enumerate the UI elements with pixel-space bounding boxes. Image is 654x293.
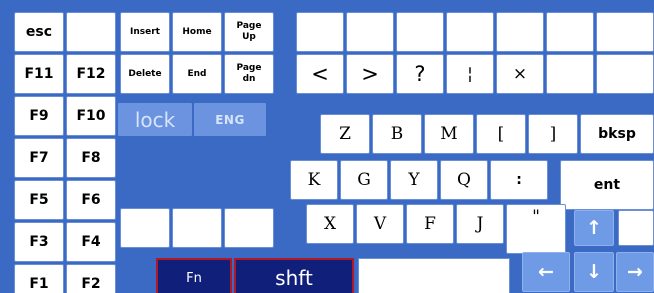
page-up-key[interactable]: Page Up: [224, 12, 274, 52]
lock-toggle[interactable]: lock: [118, 103, 192, 136]
g-key[interactable]: G: [340, 160, 388, 200]
f7-key[interactable]: F7: [14, 138, 64, 178]
arrow-right-icon[interactable]: →: [616, 252, 654, 292]
v-key[interactable]: V: [356, 204, 404, 244]
q-key[interactable]: Q: [440, 160, 488, 200]
f10-key[interactable]: F10: [66, 96, 116, 136]
esc-key[interactable]: esc: [14, 12, 64, 52]
end-key[interactable]: End: [172, 54, 222, 94]
x-key[interactable]: X: [306, 204, 354, 244]
language-toggle[interactable]: ENG: [194, 103, 266, 136]
space-key[interactable]: [358, 258, 510, 293]
blank-key[interactable]: [546, 54, 594, 94]
blank-key[interactable]: [596, 54, 654, 94]
blank-key[interactable]: [296, 12, 344, 52]
z-key[interactable]: Z: [320, 114, 370, 154]
page-dn-key[interactable]: Page dn: [224, 54, 274, 94]
f6-key[interactable]: F6: [66, 180, 116, 220]
enter-key[interactable]: ent: [560, 160, 654, 210]
multiply-key[interactable]: ×: [496, 54, 544, 94]
f3-key[interactable]: F3: [14, 222, 64, 262]
blank-key[interactable]: [618, 210, 654, 246]
insert-key[interactable]: Insert: [120, 12, 170, 52]
delete-key[interactable]: Delete: [120, 54, 170, 94]
j-key[interactable]: J: [456, 204, 504, 244]
blank-key[interactable]: [596, 12, 654, 52]
f2-key[interactable]: F2: [66, 264, 116, 293]
k-key[interactable]: K: [290, 160, 338, 200]
arrow-up-icon[interactable]: ↑: [574, 210, 614, 246]
y-key[interactable]: Y: [390, 160, 438, 200]
f12-key[interactable]: F12: [66, 54, 116, 94]
quote-key[interactable]: ": [506, 204, 566, 254]
blank-key[interactable]: [446, 12, 494, 52]
blank-key[interactable]: [66, 12, 116, 52]
broken-bar-key[interactable]: ¦: [446, 54, 494, 94]
f5-key[interactable]: F5: [14, 180, 64, 220]
blank-key[interactable]: [496, 12, 544, 52]
on-screen-keyboard: esc F11 F12 F9 F10 F7 F8 F5 F6 F3 F4 F1 …: [0, 0, 654, 293]
blank-key[interactable]: [224, 208, 274, 248]
close-bracket-key[interactable]: ]: [528, 114, 578, 154]
arrow-left-icon[interactable]: ←: [522, 252, 570, 292]
home-key[interactable]: Home: [172, 12, 222, 52]
f-key[interactable]: F: [406, 204, 454, 244]
f9-key[interactable]: F9: [14, 96, 64, 136]
greater-than-key[interactable]: >: [346, 54, 394, 94]
less-than-key[interactable]: <: [296, 54, 344, 94]
fn-key[interactable]: Fn: [156, 258, 232, 293]
f4-key[interactable]: F4: [66, 222, 116, 262]
colon-key[interactable]: :: [490, 160, 548, 200]
b-key[interactable]: B: [372, 114, 422, 154]
blank-key[interactable]: [172, 208, 222, 248]
blank-key[interactable]: [546, 12, 594, 52]
blank-key[interactable]: [120, 208, 170, 248]
f11-key[interactable]: F11: [14, 54, 64, 94]
arrow-down-icon[interactable]: ↓: [574, 252, 614, 292]
f1-key[interactable]: F1: [14, 264, 64, 293]
shift-key[interactable]: shft: [234, 258, 354, 293]
m-key[interactable]: M: [424, 114, 474, 154]
blank-key[interactable]: [396, 12, 444, 52]
question-mark-key[interactable]: ?: [396, 54, 444, 94]
backspace-key[interactable]: bksp: [580, 114, 654, 154]
open-bracket-key[interactable]: [: [476, 114, 526, 154]
f8-key[interactable]: F8: [66, 138, 116, 178]
blank-key[interactable]: [346, 12, 394, 52]
